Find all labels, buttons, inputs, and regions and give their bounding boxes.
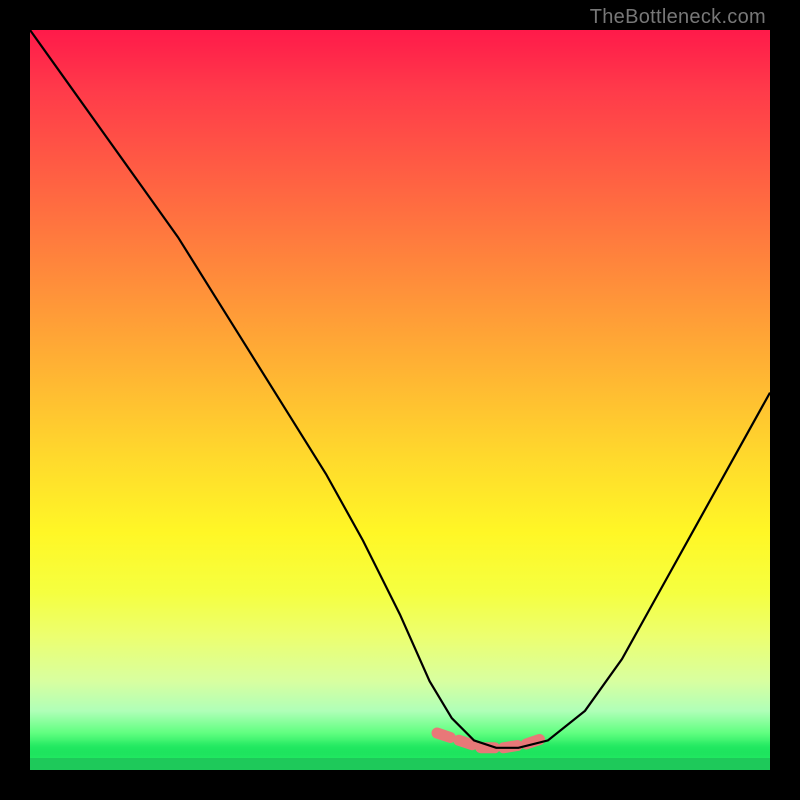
chart-svg [30, 30, 770, 770]
bottleneck-curve [30, 30, 770, 748]
watermark-text: TheBottleneck.com [590, 6, 766, 29]
chart-plot-area [30, 30, 770, 770]
